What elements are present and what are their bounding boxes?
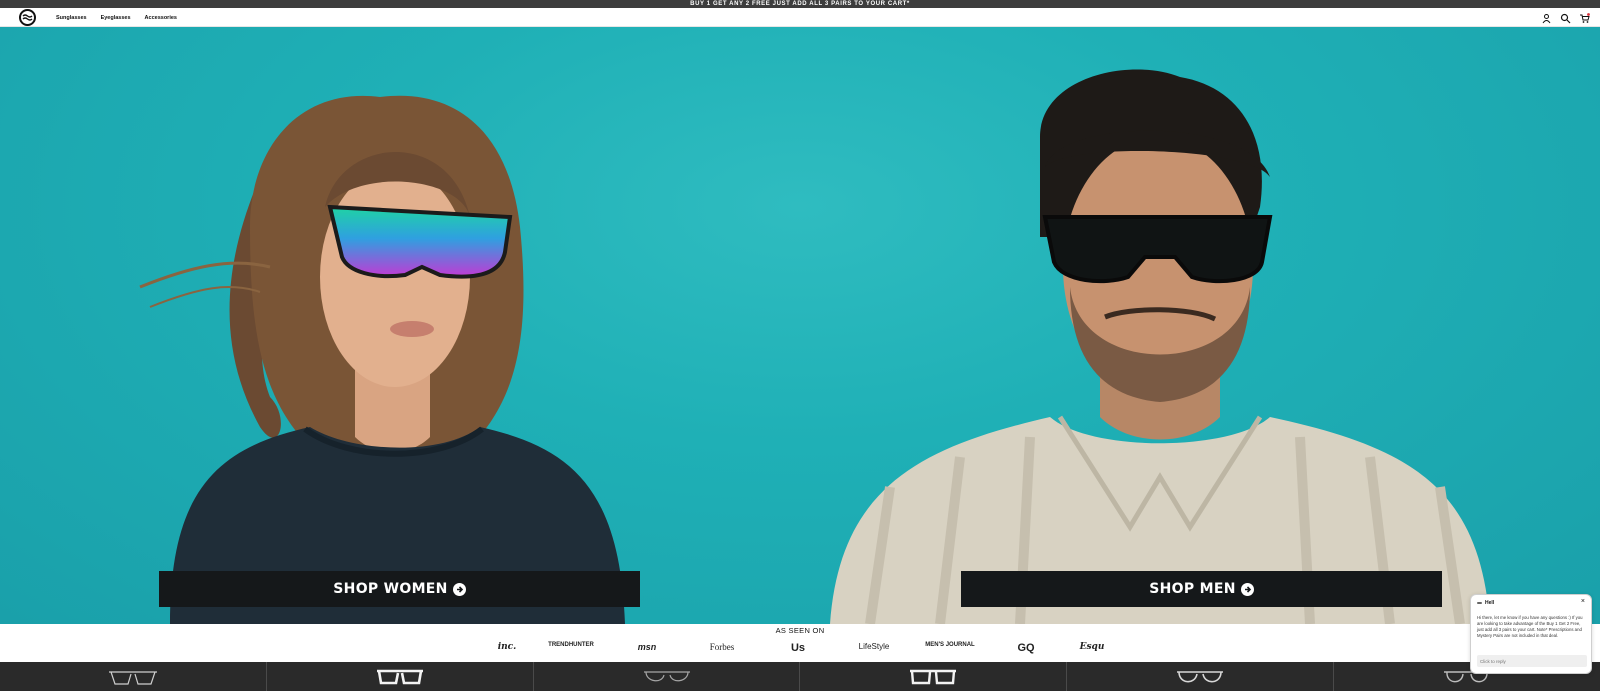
hero-man-image xyxy=(830,69,1490,624)
glasses-round-icon xyxy=(1177,670,1224,682)
product-category-strip xyxy=(0,662,1600,691)
press-logo-mens-journal: MEN'S JOURNAL xyxy=(925,642,975,648)
as-seen-on-title: AS SEEN ON xyxy=(775,626,825,635)
category-tile[interactable] xyxy=(0,662,267,691)
chat-avatar-icon xyxy=(1477,602,1482,604)
press-logo-gq: GQ xyxy=(1017,642,1035,654)
chat-widget: Hell × Hi there, let me know if you have… xyxy=(1470,594,1592,674)
nav-accessories[interactable]: Accessories xyxy=(145,15,177,21)
category-tile[interactable] xyxy=(1067,662,1335,691)
shop-women-button[interactable]: SHOP WOMEN xyxy=(159,571,640,607)
account-icon[interactable] xyxy=(1541,11,1552,24)
press-logo-forbes: Forbes xyxy=(709,642,735,652)
press-logo-esquire: Esqu xyxy=(1079,642,1105,652)
logo-wave-icon[interactable] xyxy=(19,9,36,26)
shop-men-button[interactable]: SHOP MEN xyxy=(961,571,1442,607)
hero-woman-image xyxy=(139,95,625,624)
glasses-thick-icon xyxy=(376,669,423,684)
shop-men-label: SHOP MEN xyxy=(1149,581,1236,597)
press-logo-us: Us xyxy=(790,642,806,654)
page-root: BUY 1 GET ANY 2 FREE JUST ADD ALL 3 PAIR… xyxy=(0,0,1600,691)
category-tile[interactable] xyxy=(267,662,534,691)
press-logo-msn: msn xyxy=(637,642,657,652)
glasses-aviator-icon xyxy=(643,670,690,681)
cart-icon[interactable] xyxy=(1579,11,1590,23)
chat-title: Hell xyxy=(1485,600,1495,606)
glasses-square-icon xyxy=(910,669,957,684)
press-logo-lifestyle: LifeStyle xyxy=(858,642,890,651)
chat-reply-input[interactable] xyxy=(1477,655,1587,667)
arrow-right-icon xyxy=(1240,582,1254,596)
chat-message: Hi there, let me know if you have any qu… xyxy=(1477,615,1583,638)
category-tile[interactable] xyxy=(534,662,801,691)
main-nav: Sunglasses Eyeglasses Accessories xyxy=(56,8,177,27)
shop-women-label: SHOP WOMEN xyxy=(333,581,448,597)
arrow-right-icon xyxy=(452,582,466,596)
as-seen-on-section: AS SEEN ON inc. TRENDHUNTER msn Forbes U… xyxy=(0,624,1600,662)
glasses-thin-icon xyxy=(108,670,157,685)
chat-close-icon[interactable]: × xyxy=(1581,598,1585,605)
announcement-bar[interactable]: BUY 1 GET ANY 2 FREE JUST ADD ALL 3 PAIR… xyxy=(0,0,1600,8)
press-logo-trendhunter: TRENDHUNTER xyxy=(548,642,594,648)
header-icons xyxy=(1541,11,1590,24)
nav-sunglasses[interactable]: Sunglasses xyxy=(56,15,87,21)
hero-banner: SHOP WOMEN SHOP MEN xyxy=(0,27,1600,624)
press-logo-inc: inc. xyxy=(497,642,517,652)
site-header: Sunglasses Eyeglasses Accessories xyxy=(0,8,1600,27)
category-tile[interactable] xyxy=(800,662,1068,691)
search-icon[interactable] xyxy=(1560,11,1571,24)
press-logos: inc. TRENDHUNTER msn Forbes Us LifeStyle… xyxy=(0,642,1600,656)
nav-eyeglasses[interactable]: Eyeglasses xyxy=(101,15,131,21)
